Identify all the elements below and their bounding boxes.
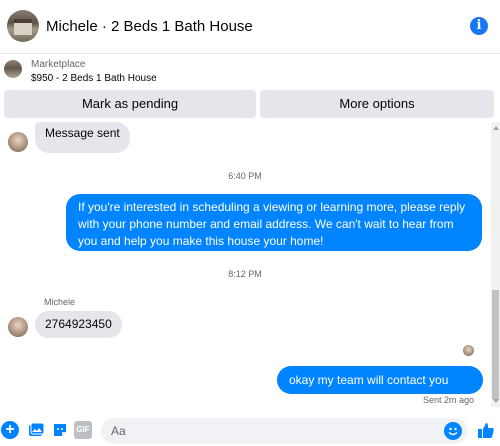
message-composer: + GIF <box>0 414 500 446</box>
scroll-up-arrow-icon[interactable] <box>493 126 499 130</box>
listing-avatar[interactable] <box>7 10 39 42</box>
message-bubble-outgoing: If you're interested in scheduling a vie… <box>66 194 482 251</box>
listing-source: Marketplace <box>31 59 86 70</box>
thumbs-up-icon[interactable] <box>477 421 495 439</box>
mark-as-pending-button[interactable]: Mark as pending <box>4 90 256 118</box>
message-bubble-incoming: Message sent <box>35 122 130 153</box>
listing-price: $950 - 2 Beds 1 Bath House <box>31 73 157 84</box>
photo-icon[interactable] <box>27 421 45 439</box>
chat-title[interactable]: Michele · 2 Beds 1 Bath House <box>46 18 253 35</box>
message-input[interactable] <box>101 418 431 444</box>
message-bubble-incoming: 2764923450 <box>35 311 122 338</box>
message-bubble-outgoing: okay my team will contact you soon. <box>277 366 483 407</box>
scrollbar[interactable] <box>491 122 500 407</box>
sender-avatar <box>8 317 28 337</box>
timestamp: 8:12 PM <box>228 269 262 279</box>
plus-icon[interactable]: + <box>1 421 19 439</box>
info-icon[interactable]: i <box>470 17 488 35</box>
message-input-wrapper[interactable] <box>101 418 468 444</box>
scrollbar-thumb[interactable] <box>492 290 499 399</box>
chat-header: Michele · 2 Beds 1 Bath House i <box>0 0 500 54</box>
sender-name: Michele <box>44 297 76 307</box>
gif-icon[interactable]: GIF <box>74 421 92 439</box>
listing-summary[interactable]: Marketplace $950 - 2 Beds 1 Bath House <box>0 56 500 90</box>
message-status: Sent 2m ago <box>423 395 475 405</box>
timestamp: 6:40 PM <box>228 171 262 181</box>
listing-thumbnail <box>4 60 22 78</box>
message-list[interactable]: Message sent 6:40 PM If you're intereste… <box>0 122 500 407</box>
sticker-icon[interactable] <box>51 421 69 439</box>
scroll-down-arrow-icon[interactable] <box>493 399 499 403</box>
emoji-icon[interactable] <box>444 422 462 440</box>
seen-avatar <box>463 345 474 356</box>
sender-avatar <box>8 132 28 152</box>
more-options-button[interactable]: More options <box>260 90 494 118</box>
